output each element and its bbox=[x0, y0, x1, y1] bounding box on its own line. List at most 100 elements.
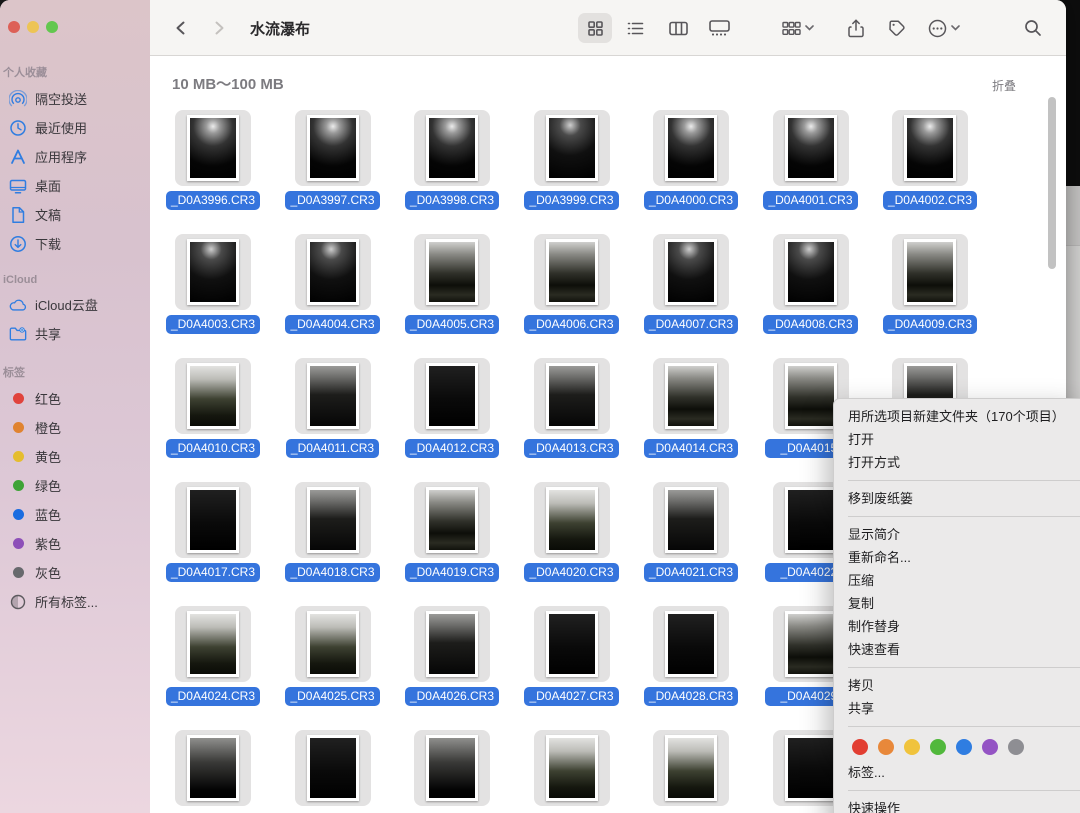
menu-item[interactable]: 制作替身 bbox=[834, 615, 1080, 638]
file-name-label[interactable]: _D0A4028.CR3 bbox=[644, 687, 738, 706]
file-item[interactable]: _D0A4004.CR3 bbox=[278, 234, 388, 339]
file-thumbnail[interactable] bbox=[175, 110, 251, 186]
file-thumbnail[interactable] bbox=[653, 110, 729, 186]
file-item[interactable]: _D0A4002.CR3 bbox=[875, 110, 985, 215]
file-thumbnail[interactable] bbox=[414, 482, 490, 558]
file-item[interactable]: _D0A3996.CR3 bbox=[158, 110, 268, 215]
sidebar-item-cloud[interactable]: iCloud云盘 bbox=[0, 290, 150, 319]
file-name-label[interactable]: _D0A4018.CR3 bbox=[285, 563, 379, 582]
file-name-label[interactable]: _D0A4008.CR3 bbox=[763, 315, 857, 334]
file-name-label[interactable]: _D0A4026.CR3 bbox=[405, 687, 499, 706]
file-item[interactable]: _D0A4009.CR3 bbox=[875, 234, 985, 339]
file-item[interactable]: _D0A4026.CR3 bbox=[397, 606, 507, 711]
file-thumbnail[interactable] bbox=[175, 606, 251, 682]
file-name-label[interactable]: _D0A4000.CR3 bbox=[644, 191, 738, 210]
vertical-scrollbar[interactable] bbox=[1048, 97, 1056, 269]
file-thumbnail[interactable] bbox=[295, 730, 371, 806]
tag-color-dot[interactable] bbox=[956, 739, 972, 755]
menu-item[interactable]: 压缩 bbox=[834, 569, 1080, 592]
file-thumbnail[interactable] bbox=[773, 234, 849, 310]
file-item[interactable] bbox=[278, 730, 388, 813]
tag-color-dot[interactable] bbox=[1008, 739, 1024, 755]
collapse-group-button[interactable]: 折叠 bbox=[992, 77, 1016, 94]
file-item[interactable]: _D0A4006.CR3 bbox=[517, 234, 627, 339]
file-item[interactable]: _D0A4013.CR3 bbox=[517, 358, 627, 463]
file-item[interactable]: _D0A4010.CR3 bbox=[158, 358, 268, 463]
file-thumbnail[interactable] bbox=[653, 358, 729, 434]
menu-item[interactable]: 显示简介 bbox=[834, 523, 1080, 546]
file-thumbnail[interactable] bbox=[534, 358, 610, 434]
file-thumbnail[interactable] bbox=[175, 730, 251, 806]
sidebar-item-tag-orange[interactable]: 橙色 bbox=[0, 413, 150, 442]
file-thumbnail[interactable] bbox=[414, 730, 490, 806]
file-name-label[interactable]: _D0A4014.CR3 bbox=[644, 439, 738, 458]
forward-button[interactable] bbox=[206, 13, 232, 43]
file-name-label[interactable]: _D0A4011.CR3 bbox=[286, 439, 379, 458]
tag-color-dot[interactable] bbox=[982, 739, 998, 755]
file-item[interactable]: _D0A4012.CR3 bbox=[397, 358, 507, 463]
file-item[interactable]: _D0A4027.CR3 bbox=[517, 606, 627, 711]
file-thumbnail[interactable] bbox=[414, 234, 490, 310]
file-thumbnail[interactable] bbox=[534, 730, 610, 806]
file-thumbnail[interactable] bbox=[414, 358, 490, 434]
file-thumbnail[interactable] bbox=[295, 482, 371, 558]
file-thumbnail[interactable] bbox=[534, 482, 610, 558]
file-thumbnail[interactable] bbox=[175, 482, 251, 558]
file-thumbnail[interactable] bbox=[295, 606, 371, 682]
file-item[interactable]: _D0A4003.CR3 bbox=[158, 234, 268, 339]
file-item[interactable]: _D0A4028.CR3 bbox=[636, 606, 746, 711]
zoom-window-button[interactable] bbox=[46, 21, 58, 33]
file-thumbnail[interactable] bbox=[653, 482, 729, 558]
sidebar-item-all-tags[interactable]: 所有标签... bbox=[0, 587, 150, 616]
file-item[interactable]: _D0A4021.CR3 bbox=[636, 482, 746, 587]
menu-item[interactable]: 打开方式 bbox=[834, 451, 1080, 474]
menu-item[interactable]: 共享 bbox=[834, 697, 1080, 720]
file-thumbnail[interactable] bbox=[534, 234, 610, 310]
file-name-label[interactable]: _D0A4013.CR3 bbox=[524, 439, 618, 458]
column-view-button[interactable] bbox=[662, 13, 694, 43]
sidebar-item-download[interactable]: 下载 bbox=[0, 229, 150, 258]
tag-color-dot[interactable] bbox=[904, 739, 920, 755]
file-name-label[interactable]: _D0A4009.CR3 bbox=[883, 315, 977, 334]
file-thumbnail[interactable] bbox=[773, 110, 849, 186]
tag-color-dot[interactable] bbox=[852, 739, 868, 755]
share-button[interactable] bbox=[841, 13, 871, 43]
sidebar-item-airdrop[interactable]: 隔空投送 bbox=[0, 84, 150, 113]
file-name-label[interactable]: _D0A4004.CR3 bbox=[285, 315, 379, 334]
file-thumbnail[interactable] bbox=[653, 234, 729, 310]
menu-item[interactable]: 用所选项目新建文件夹（170个项目） bbox=[834, 405, 1080, 428]
menu-item[interactable]: 拷贝 bbox=[834, 674, 1080, 697]
file-item[interactable]: _D0A4007.CR3 bbox=[636, 234, 746, 339]
file-thumbnail[interactable] bbox=[892, 234, 968, 310]
file-name-label[interactable]: _D0A4012.CR3 bbox=[405, 439, 499, 458]
tag-color-dot[interactable] bbox=[930, 739, 946, 755]
close-window-button[interactable] bbox=[8, 21, 20, 33]
file-item[interactable]: _D0A3997.CR3 bbox=[278, 110, 388, 215]
file-item[interactable]: _D0A3998.CR3 bbox=[397, 110, 507, 215]
file-item[interactable] bbox=[158, 730, 268, 813]
file-name-label[interactable]: _D0A4007.CR3 bbox=[644, 315, 738, 334]
file-name-label[interactable]: _D0A4017.CR3 bbox=[166, 563, 260, 582]
file-thumbnail[interactable] bbox=[295, 110, 371, 186]
file-name-label[interactable]: _D0A4020.CR3 bbox=[524, 563, 618, 582]
file-thumbnail[interactable] bbox=[295, 234, 371, 310]
grid-view-button[interactable] bbox=[578, 13, 612, 43]
tag-color-dot[interactable] bbox=[878, 739, 894, 755]
sidebar-item-tag-green[interactable]: 绿色 bbox=[0, 471, 150, 500]
file-item[interactable]: _D0A4014.CR3 bbox=[636, 358, 746, 463]
gallery-view-button[interactable] bbox=[702, 13, 736, 43]
menu-item[interactable]: 快速操作 bbox=[834, 797, 1080, 813]
sidebar-item-tag-purple[interactable]: 紫色 bbox=[0, 529, 150, 558]
file-item[interactable] bbox=[397, 730, 507, 813]
file-item[interactable] bbox=[517, 730, 627, 813]
list-view-button[interactable] bbox=[620, 13, 650, 43]
file-name-label[interactable]: _D0A4024.CR3 bbox=[166, 687, 260, 706]
file-item[interactable]: _D0A4018.CR3 bbox=[278, 482, 388, 587]
sidebar-item-tag-blue[interactable]: 蓝色 bbox=[0, 500, 150, 529]
file-name-label[interactable]: _D0A4005.CR3 bbox=[405, 315, 499, 334]
file-item[interactable]: _D0A4008.CR3 bbox=[756, 234, 866, 339]
tags-button[interactable] bbox=[882, 13, 912, 43]
file-thumbnail[interactable] bbox=[295, 358, 371, 434]
file-item[interactable]: _D0A4001.CR3 bbox=[756, 110, 866, 215]
file-name-label[interactable]: _D0A4027.CR3 bbox=[524, 687, 618, 706]
